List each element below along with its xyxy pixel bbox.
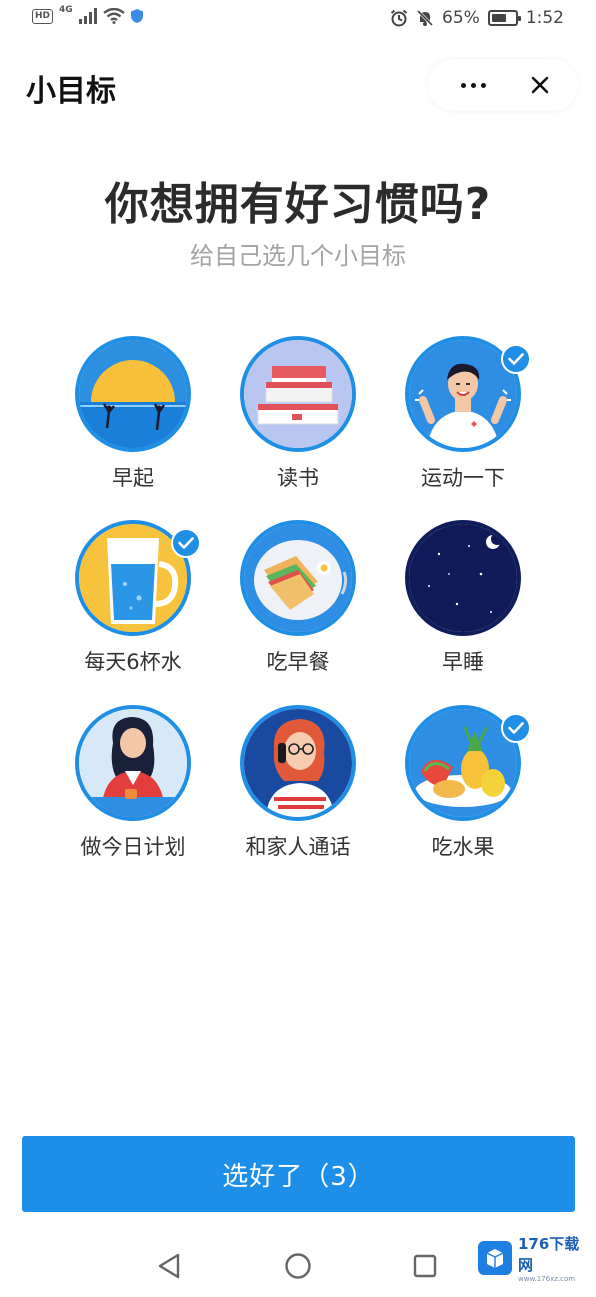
close-button[interactable] [520,67,560,103]
goal-label: 吃水果 [431,835,495,859]
shield-icon [130,9,143,23]
more-dot [470,82,476,88]
confirm-button[interactable]: 选好了（3） [22,1136,575,1212]
goal-item-reading[interactable]: 读书 [218,336,378,506]
battery-percent: 65% [442,8,480,28]
goal-label: 读书 [277,466,319,490]
back-triangle-icon [158,1253,180,1279]
wifi-icon [102,8,125,24]
planning-illustration [75,705,191,821]
status-left: HD 4G [32,5,143,24]
goal-item-drink-water[interactable]: 每天6杯水 [53,520,213,690]
network-type: 4G [59,5,73,15]
watermark-main: 176下载网 [518,1235,580,1274]
more-dot [460,82,466,88]
battery-fill [491,14,506,22]
goal-item-breakfast[interactable]: 吃早餐 [218,520,378,690]
night-sky-illustration [405,520,521,636]
watermark: 176下载网 www.176xz.com [478,1235,590,1283]
selected-check-icon [171,528,201,558]
goal-item-eat-fruit[interactable]: 吃水果 [383,705,543,875]
nav-home-button[interactable] [284,1252,312,1284]
goal-label: 和家人通话 [245,835,351,859]
goal-item-early-rise[interactable]: 早起 [53,336,213,506]
sunrise-illustration [75,336,191,452]
breakfast-illustration [240,520,356,636]
goal-item-daily-plan[interactable]: 做今日计划 [53,705,213,875]
title-bar: 小目标 [0,50,596,120]
phone-call-illustration [240,705,356,821]
goal-label: 吃早餐 [266,650,330,674]
selected-check-icon [501,344,531,374]
hd-badge: HD [32,8,54,24]
goal-label: 做今日计划 [80,835,186,859]
page-title: 小目标 [26,74,116,109]
status-bar: HD 4G 65% 1:52 [0,0,596,40]
goal-item-sleep-early[interactable]: 早睡 [383,520,543,690]
goal-item-call-family[interactable]: 和家人通话 [218,705,378,875]
signal-icon [78,8,97,24]
more-dot [480,82,486,88]
goal-label: 早睡 [442,650,484,674]
main-heading: 你想拥有好习惯吗? [104,179,492,230]
clock: 1:52 [525,8,564,28]
selected-check-icon [501,713,531,743]
mute-bell-icon [416,9,434,27]
nav-back-button[interactable] [156,1252,182,1284]
close-icon [531,76,549,94]
home-circle-icon [285,1253,311,1279]
watermark-logo [478,1241,512,1275]
status-right: 65% 1:52 [390,8,564,28]
books-illustration [240,336,356,452]
watermark-url: www.176xz.com [518,1275,576,1283]
nav-recents-button[interactable] [413,1254,437,1282]
battery-icon [487,10,521,26]
more-button[interactable] [448,67,498,103]
screen: HD 4G 65% 1:52 小目标 你想拥有好习惯吗? 给自己选几个小目标 早… [0,0,596,1297]
goal-item-exercise[interactable]: 运动一下 [383,336,543,506]
sub-heading: 给自己选几个小目标 [190,242,406,270]
alarm-icon [390,9,408,27]
goal-label: 运动一下 [421,466,505,490]
recents-square-icon [413,1254,437,1278]
mini-program-capsule [428,59,578,111]
watermark-text: 176下载网 www.176xz.com [518,1233,590,1283]
goal-label: 早起 [112,466,154,490]
goal-label: 每天6杯水 [84,650,182,674]
